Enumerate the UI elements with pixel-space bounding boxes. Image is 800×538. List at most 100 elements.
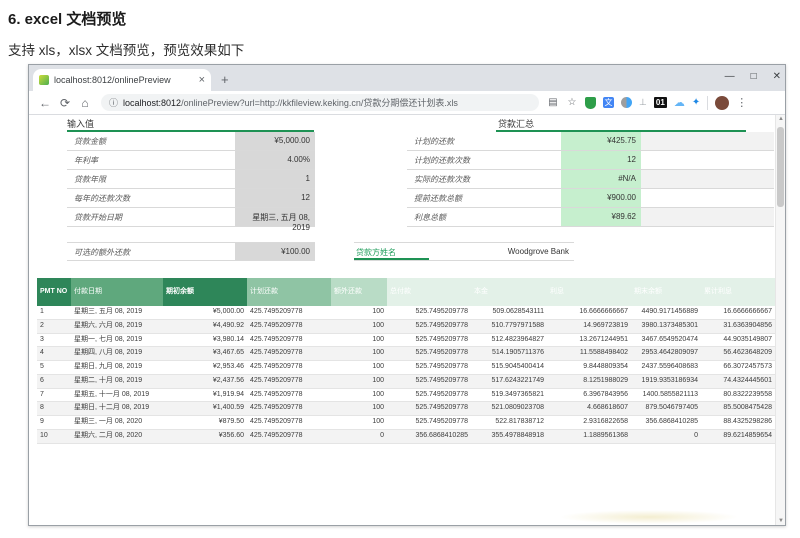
browser-menu-button[interactable]: ⋮ bbox=[736, 96, 747, 109]
page-info-icon[interactable]: ⓘ bbox=[109, 96, 118, 109]
inputs-section-title: 输入值 bbox=[67, 119, 95, 129]
reload-button[interactable]: ⟳ bbox=[55, 96, 75, 110]
table-cell: 85.5008475428 bbox=[701, 401, 775, 416]
kv-row: 计划的还款 ¥425.75 bbox=[407, 132, 774, 151]
watermark bbox=[559, 510, 739, 524]
table-cell: 100 bbox=[331, 319, 387, 334]
table-row: 10 星期六, 二月 08, 2020 ¥356.60 425.7495209778 0… bbox=[37, 429, 775, 444]
table-cell: 66.3072457573 bbox=[701, 360, 775, 375]
table-row: 3 星期一, 七月 08, 2019 ¥3,980.14 425.7495209778… bbox=[37, 333, 775, 348]
table-cell: 星期五, 十一月 08, 2019 bbox=[71, 388, 163, 403]
table-row: 6 星期二, 十月 08, 2019 ¥2,437.56 425.7495209778… bbox=[37, 374, 775, 389]
table-cell: 1919.9353186934 bbox=[631, 374, 701, 389]
new-tab-button[interactable]: + bbox=[221, 72, 229, 87]
table-cell: 3467.6549520474 bbox=[631, 333, 701, 348]
table-cell: 879.5046797405 bbox=[631, 401, 701, 416]
bookmark-apps-icon[interactable]: ▤ bbox=[547, 97, 559, 109]
browser-toolbar: ← ⟳ ⌂ ⓘ localhost:8012/onlinePreview?url… bbox=[29, 91, 785, 115]
table-row: 5 星期日, 九月 08, 2019 ¥2,953.46 425.7495209778… bbox=[37, 360, 775, 375]
circle-extension-icon[interactable] bbox=[621, 97, 632, 108]
cloud-extension-icon[interactable]: ☁ bbox=[674, 96, 685, 109]
table-cell: 100 bbox=[331, 415, 387, 430]
table-cell: 4 bbox=[37, 346, 71, 361]
empty-cell bbox=[641, 151, 774, 169]
bookmark-star-icon[interactable]: ☆ bbox=[566, 97, 578, 109]
scroll-up-icon[interactable]: ▲ bbox=[776, 116, 785, 122]
table-cell: 14.969723819 bbox=[547, 319, 631, 334]
kv-label: 计划的还款次数 bbox=[414, 156, 470, 165]
column-header: 总付款 bbox=[387, 278, 471, 306]
vertical-scrollbar[interactable]: ▲ ▼ bbox=[775, 115, 785, 525]
kv-value: ¥900.00 bbox=[561, 189, 641, 207]
table-cell: 6.3967843956 bbox=[547, 388, 631, 403]
table-cell: ¥3,467.65 bbox=[163, 346, 247, 361]
table-cell: 2953.4642809097 bbox=[631, 346, 701, 361]
bird-extension-icon[interactable]: ✦ bbox=[692, 97, 700, 108]
table-cell: 4490.9171456889 bbox=[631, 306, 701, 320]
kv-label: 贷款金额 bbox=[74, 137, 106, 146]
extra-payment-value: ¥100.00 bbox=[235, 243, 315, 260]
kv-value: ¥425.75 bbox=[561, 132, 641, 150]
table-cell: 0 bbox=[331, 429, 387, 444]
shield-extension-icon[interactable] bbox=[585, 96, 596, 109]
amortization-table: PMT NO 付款日期 期初余额 计划还款 额外还款 总付款 本金 利息 期末余额 累计利息 1星… bbox=[37, 278, 775, 444]
table-cell: 8.1251988029 bbox=[547, 374, 631, 389]
lender-label: 贷款方姓名 bbox=[354, 243, 429, 260]
window-minimize-button[interactable]: — bbox=[725, 72, 735, 82]
table-cell: 星期日, 十二月 08, 2019 bbox=[71, 401, 163, 416]
table-cell: 10 bbox=[37, 429, 71, 444]
table-cell: 525.7495209778 bbox=[387, 415, 471, 430]
table-cell: 100 bbox=[331, 388, 387, 403]
table-cell: 509.0628543111 bbox=[471, 306, 547, 320]
summary-section-title: 贷款汇总 bbox=[498, 119, 535, 129]
kv-value: 星期三, 五月 08, 2019 bbox=[235, 208, 315, 232]
kv-value: 4.00% bbox=[235, 151, 315, 169]
back-button[interactable]: ← bbox=[35, 96, 55, 110]
table-cell: 11.5588498402 bbox=[547, 346, 631, 361]
table-cell: 9 bbox=[37, 415, 71, 430]
table-cell: 星期一, 七月 08, 2019 bbox=[71, 333, 163, 348]
table-cell: 100 bbox=[331, 401, 387, 416]
kv-row: 贷款金额 ¥5,000.00 bbox=[67, 132, 315, 151]
kv-value: #N/A bbox=[561, 170, 641, 188]
badge-extension-icon[interactable]: 01 bbox=[653, 97, 667, 108]
table-cell: 514.1905711376 bbox=[471, 346, 547, 361]
table-cell: ¥1,400.59 bbox=[163, 401, 247, 416]
table-cell: 425.7495209778 bbox=[247, 306, 331, 320]
profile-avatar[interactable] bbox=[715, 95, 730, 110]
table-cell: 1.1889561368 bbox=[547, 429, 631, 444]
proxy-extension-icon[interactable]: ⊥ bbox=[639, 97, 647, 108]
browser-tab[interactable]: localhost:8012/onlinePreview × bbox=[33, 69, 211, 91]
kv-row: 贷款开始日期 星期三, 五月 08, 2019 bbox=[67, 208, 315, 232]
kv-row: 每年的还款次数 12 bbox=[67, 189, 315, 208]
empty-cell bbox=[641, 170, 774, 188]
translate-extension-icon[interactable]: 文 bbox=[603, 97, 614, 108]
table-cell: 74.4324445601 bbox=[701, 374, 775, 389]
table-cell: 355.4978848918 bbox=[471, 429, 547, 444]
table-cell: 89.6214859654 bbox=[701, 429, 775, 444]
table-cell: 星期四, 八月 08, 2019 bbox=[71, 346, 163, 361]
tab-close-icon[interactable]: × bbox=[199, 74, 205, 86]
scrollbar-thumb[interactable] bbox=[777, 127, 784, 207]
table-cell: 425.7495209778 bbox=[247, 333, 331, 348]
table-cell: ¥5,000.00 bbox=[163, 306, 247, 320]
table-cell: 星期二, 十月 08, 2019 bbox=[71, 374, 163, 389]
table-cell: 100 bbox=[331, 374, 387, 389]
tab-favicon-icon bbox=[39, 75, 49, 85]
table-cell: 星期三, 一月 08, 2020 bbox=[71, 415, 163, 430]
amortization-header-row: PMT NO 付款日期 期初余额 计划还款 额外还款 总付款 本金 利息 期末余额 累计利息 bbox=[37, 278, 775, 306]
scroll-down-icon[interactable]: ▼ bbox=[776, 518, 785, 524]
table-cell: 425.7495209778 bbox=[247, 429, 331, 444]
window-maximize-button[interactable]: □ bbox=[751, 72, 757, 82]
tab-title: localhost:8012/onlinePreview bbox=[54, 75, 171, 85]
window-close-button[interactable]: ✕ bbox=[773, 72, 781, 82]
table-cell: 525.7495209778 bbox=[387, 306, 471, 320]
kv-row: 利息总额 ¥89.62 bbox=[407, 208, 774, 227]
column-header: 期初余额 bbox=[163, 278, 247, 306]
kv-row: 实际的还款次数 #N/A bbox=[407, 170, 774, 189]
table-cell: 100 bbox=[331, 333, 387, 348]
address-bar[interactable]: ⓘ localhost:8012/onlinePreview?url=http:… bbox=[101, 94, 539, 111]
home-button[interactable]: ⌂ bbox=[75, 96, 95, 110]
column-header: 利息 bbox=[547, 278, 631, 306]
empty-cell bbox=[641, 208, 774, 226]
